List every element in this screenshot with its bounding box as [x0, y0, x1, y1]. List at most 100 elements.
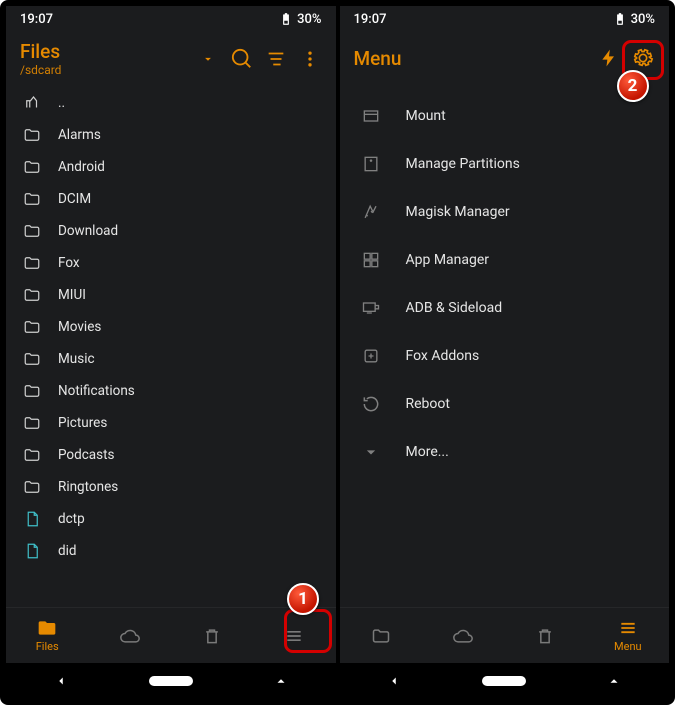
file-icon [22, 541, 42, 561]
menu-item[interactable]: App Manager [344, 236, 666, 284]
menu-item[interactable]: More... [344, 428, 666, 476]
item-label: .. [58, 95, 65, 111]
nav-cloud[interactable] [88, 608, 170, 663]
folder-icon [22, 445, 42, 465]
status-battery: 30% [613, 12, 655, 27]
folder-item[interactable]: DCIM [12, 183, 330, 215]
status-bar: 19:07 30% [340, 6, 670, 32]
folder-item[interactable]: Android [12, 151, 330, 183]
item-label: dctp [58, 511, 85, 527]
nav-menu[interactable]: Menu [587, 608, 669, 663]
folder-icon [22, 157, 42, 177]
header-title: Files [20, 40, 186, 63]
phone-right: 19:07 30% Menu Mount Manage Partitions Mag… [338, 4, 672, 701]
nav-menu[interactable] [253, 608, 335, 663]
header-title: Menu [354, 47, 588, 70]
menu-item[interactable]: Mount [344, 92, 666, 140]
recents-button[interactable] [584, 674, 644, 688]
folder-icon [22, 381, 42, 401]
callout-2-badge: 2 [617, 70, 649, 102]
file-icon [22, 509, 42, 529]
folder-item[interactable]: Ringtones [12, 471, 330, 503]
status-bar: 19:07 30% [6, 6, 336, 32]
bottom-nav: Files [6, 607, 336, 663]
menu-item[interactable]: Fox Addons [344, 332, 666, 380]
folder-item[interactable]: Alarms [12, 119, 330, 151]
chevron-down-icon [360, 441, 382, 463]
status-time: 19:07 [20, 12, 53, 27]
more-icon[interactable] [298, 47, 322, 71]
item-label: did [58, 543, 77, 559]
system-nav [340, 663, 670, 699]
folder-item[interactable]: Fox [12, 247, 330, 279]
nav-trash[interactable] [171, 608, 253, 663]
folder-item[interactable]: Movies [12, 311, 330, 343]
item-label: Notifications [58, 383, 135, 399]
callout-1-badge: 1 [287, 583, 319, 615]
partitions-icon [360, 153, 382, 175]
menu-item-label: ADB & Sideload [406, 300, 503, 316]
back-button[interactable] [31, 674, 91, 688]
folder-item[interactable]: Notifications [12, 375, 330, 407]
menu-item[interactable]: Manage Partitions [344, 140, 666, 188]
folder-icon [22, 253, 42, 273]
menu-item[interactable]: Magisk Manager [344, 188, 666, 236]
adb-icon [360, 297, 382, 319]
item-label: Pictures [58, 415, 107, 431]
folder-icon [22, 413, 42, 433]
back-button[interactable] [364, 674, 424, 688]
flash-icon[interactable] [597, 46, 621, 70]
folder-item[interactable]: Download [12, 215, 330, 247]
item-label: Download [58, 223, 118, 239]
chevron-down-icon[interactable] [196, 47, 220, 71]
folder-icon [22, 477, 42, 497]
parent-dir[interactable]: .. [12, 87, 330, 119]
folder-icon [22, 317, 42, 337]
system-nav [6, 663, 336, 699]
item-label: Ringtones [58, 479, 118, 495]
menu-item-label: App Manager [406, 252, 490, 268]
menu-item-label: Mount [406, 108, 446, 124]
nav-files[interactable]: Files [6, 608, 88, 663]
grid-icon [360, 249, 382, 271]
home-button[interactable] [141, 676, 201, 686]
search-icon[interactable] [230, 47, 254, 71]
menu-item[interactable]: Reboot [344, 380, 666, 428]
file-item[interactable]: dctp [12, 503, 330, 535]
folder-item[interactable]: Pictures [12, 407, 330, 439]
battery-icon [279, 12, 293, 26]
nav-files[interactable] [340, 608, 422, 663]
home-button[interactable] [474, 676, 534, 686]
addon-icon [360, 345, 382, 367]
sort-icon[interactable] [264, 47, 288, 71]
recents-button[interactable] [251, 674, 311, 688]
reboot-icon [360, 393, 382, 415]
folder-item[interactable]: Podcasts [12, 439, 330, 471]
item-label: Alarms [58, 127, 101, 143]
bottom-nav: Menu [340, 607, 670, 663]
nav-trash[interactable] [504, 608, 586, 663]
menu-item-label: Magisk Manager [406, 204, 510, 220]
files-header: Files /sdcard [6, 32, 336, 87]
menu-item-label: Manage Partitions [406, 156, 520, 172]
menu-item-label: Reboot [406, 396, 450, 412]
folder-icon [22, 221, 42, 241]
menu-item-label: More... [406, 444, 449, 460]
nav-cloud[interactable] [422, 608, 504, 663]
folder-icon [22, 125, 42, 145]
phone-left: 19:07 30% Files /sdcard .. [4, 4, 338, 701]
item-label: DCIM [58, 191, 91, 207]
status-time: 19:07 [354, 12, 387, 27]
battery-icon [613, 12, 627, 26]
folder-item[interactable]: Music [12, 343, 330, 375]
menu-item-label: Fox Addons [406, 348, 480, 364]
item-label: Podcasts [58, 447, 115, 463]
menu-item[interactable]: ADB & Sideload [344, 284, 666, 332]
folder-item[interactable]: MIUI [12, 279, 330, 311]
item-label: Fox [58, 255, 80, 271]
menu-list: Mount Manage Partitions Magisk Manager App … [340, 84, 670, 607]
gear-icon[interactable] [631, 46, 655, 70]
item-label: Android [58, 159, 105, 175]
file-item[interactable]: did [12, 535, 330, 567]
file-list: .. Alarms Android DCIM Download Fox MIUIMovies… [6, 87, 336, 607]
